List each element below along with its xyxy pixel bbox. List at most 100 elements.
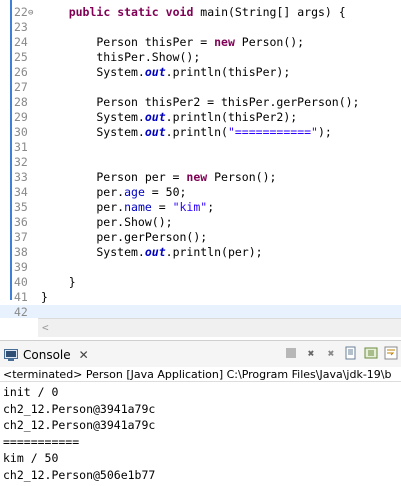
line-number: 28 xyxy=(14,95,28,109)
code-line[interactable]: 41} xyxy=(0,290,401,305)
code-token: .println(thisPer); xyxy=(165,65,291,79)
scroll-left-icon[interactable]: < xyxy=(42,321,49,334)
line-number: 22 xyxy=(14,5,28,19)
line-number: 25 xyxy=(14,50,28,64)
code-token: out xyxy=(144,110,166,124)
code-token: .println(per); xyxy=(165,245,263,259)
code-token: public xyxy=(68,5,111,19)
code-token: .println(thisPer2); xyxy=(165,110,298,124)
code-line[interactable]: 42 xyxy=(0,305,401,318)
code-line[interactable]: 23 xyxy=(0,20,401,35)
close-icon[interactable]: ✕ xyxy=(79,348,89,362)
console-output-line: =========== xyxy=(3,434,80,449)
code-token: Person per = xyxy=(41,170,187,184)
code-text: Person thisPer2 = thisPer.gerPerson(); xyxy=(41,95,359,110)
line-number: 27 xyxy=(14,80,28,94)
tab-console[interactable]: Console ✕ xyxy=(4,345,89,365)
console-output-line: ch2_12.Person@3941a79c xyxy=(3,418,156,432)
code-text: public static void main(String[] args) { xyxy=(41,5,346,20)
code-token: } xyxy=(41,290,48,304)
remove-launch-icon[interactable]: ✖ xyxy=(303,345,319,361)
code-token: main(String[] args) { xyxy=(193,5,346,19)
scroll-lock-icon[interactable] xyxy=(363,345,379,361)
code-token: void xyxy=(165,5,194,19)
clear-console-icon[interactable] xyxy=(343,345,359,361)
code-line[interactable]: 39 xyxy=(0,260,401,275)
line-number: 29 xyxy=(14,110,28,124)
code-token: per. xyxy=(41,200,125,214)
code-token: System. xyxy=(41,125,145,139)
code-text: } xyxy=(41,275,76,290)
line-number: 33 xyxy=(14,170,28,184)
code-token: System. xyxy=(41,245,145,259)
console-tab-label: Console xyxy=(23,348,71,362)
code-token: per.Show(); xyxy=(41,215,173,229)
code-line[interactable]: 37 per.gerPerson(); xyxy=(0,230,401,245)
code-line[interactable]: 38 System.out.println(per); xyxy=(0,245,401,260)
code-text: System.out.println("==========="); xyxy=(41,125,332,140)
code-text: per.age = 50; xyxy=(41,185,186,200)
console-output-line: kim / 50 xyxy=(3,451,59,465)
horizontal-scrollbar[interactable]: < xyxy=(38,318,401,337)
console-status: <terminated> Person [Java Application] C… xyxy=(0,367,401,382)
line-number: 32 xyxy=(14,155,28,169)
code-token: System. xyxy=(41,110,145,124)
code-token: out xyxy=(144,245,166,259)
line-number: 35 xyxy=(14,200,28,214)
code-text: System.out.println(per); xyxy=(41,245,263,260)
code-line[interactable]: 33 Person per = new Person(); xyxy=(0,170,401,185)
word-wrap-icon[interactable] xyxy=(383,345,399,361)
line-number: 26 xyxy=(14,65,28,79)
line-number: 36 xyxy=(14,215,28,229)
code-token: ; xyxy=(207,200,215,214)
remove-all-terminated-icon[interactable]: ✖ xyxy=(323,345,339,361)
code-line[interactable]: 40 } xyxy=(0,275,401,290)
code-line[interactable]: 24 Person thisPer = new Person(); xyxy=(0,35,401,50)
code-token: thisPer.Show(); xyxy=(41,50,201,64)
line-number: 34 xyxy=(14,185,28,199)
code-token: out xyxy=(144,125,166,139)
console-icon xyxy=(4,349,18,361)
code-line[interactable]: 28 Person thisPer2 = thisPer.gerPerson()… xyxy=(0,95,401,110)
code-line[interactable]: 32 xyxy=(0,155,401,170)
code-token: Person thisPer = xyxy=(41,35,215,49)
terminate-icon[interactable] xyxy=(283,345,299,361)
code-line[interactable]: 27 xyxy=(0,80,401,95)
line-number: 31 xyxy=(14,140,28,154)
console-output-line: ch2_12.Person@3941a79c xyxy=(3,401,156,416)
code-text: System.out.println(thisPer2); xyxy=(41,110,297,125)
code-token: System. xyxy=(41,65,145,79)
code-line[interactable]: 34 per.age = 50; xyxy=(0,185,401,200)
code-line[interactable]: 36 per.Show(); xyxy=(0,215,401,230)
code-text: per.Show(); xyxy=(41,215,173,230)
code-editor[interactable]: 22 ⊖ public static void main(String[] arg… xyxy=(0,0,401,318)
line-number: 37 xyxy=(14,230,28,244)
code-token: ); xyxy=(317,125,332,139)
code-text: Person thisPer = new Person(); xyxy=(41,35,304,50)
line-number: 39 xyxy=(14,260,28,274)
code-token: age xyxy=(124,185,145,199)
code-line[interactable]: 30 System.out.println("==========="); xyxy=(0,125,401,140)
code-line[interactable]: 31 xyxy=(0,140,401,155)
console-output-line: ch2_12.Person@506e1b77 xyxy=(3,467,156,482)
code-token: "kim" xyxy=(172,200,208,214)
code-token: per. xyxy=(41,185,125,199)
line-number: 38 xyxy=(14,245,28,259)
code-token: = xyxy=(151,200,173,214)
code-text: } xyxy=(41,290,48,305)
line-number: 30 xyxy=(14,125,28,139)
code-line[interactable]: 29 System.out.println(thisPer2); xyxy=(0,110,401,125)
code-token: .println( xyxy=(165,125,228,139)
code-line[interactable]: 25 thisPer.Show(); xyxy=(0,50,401,65)
line-number: 40 xyxy=(14,275,28,289)
code-line[interactable]: 26 System.out.println(thisPer); xyxy=(0,65,401,80)
code-token: name xyxy=(124,200,152,214)
line-number: 23 xyxy=(14,20,28,34)
code-text: per.gerPerson(); xyxy=(41,230,207,245)
fold-toggle-icon[interactable]: ⊖ xyxy=(28,6,33,21)
code-token: static xyxy=(117,5,159,19)
code-line[interactable]: 35 per.name = "kim"; xyxy=(0,200,401,215)
code-line[interactable]: 22 ⊖ public static void main(String[] arg… xyxy=(0,5,401,20)
